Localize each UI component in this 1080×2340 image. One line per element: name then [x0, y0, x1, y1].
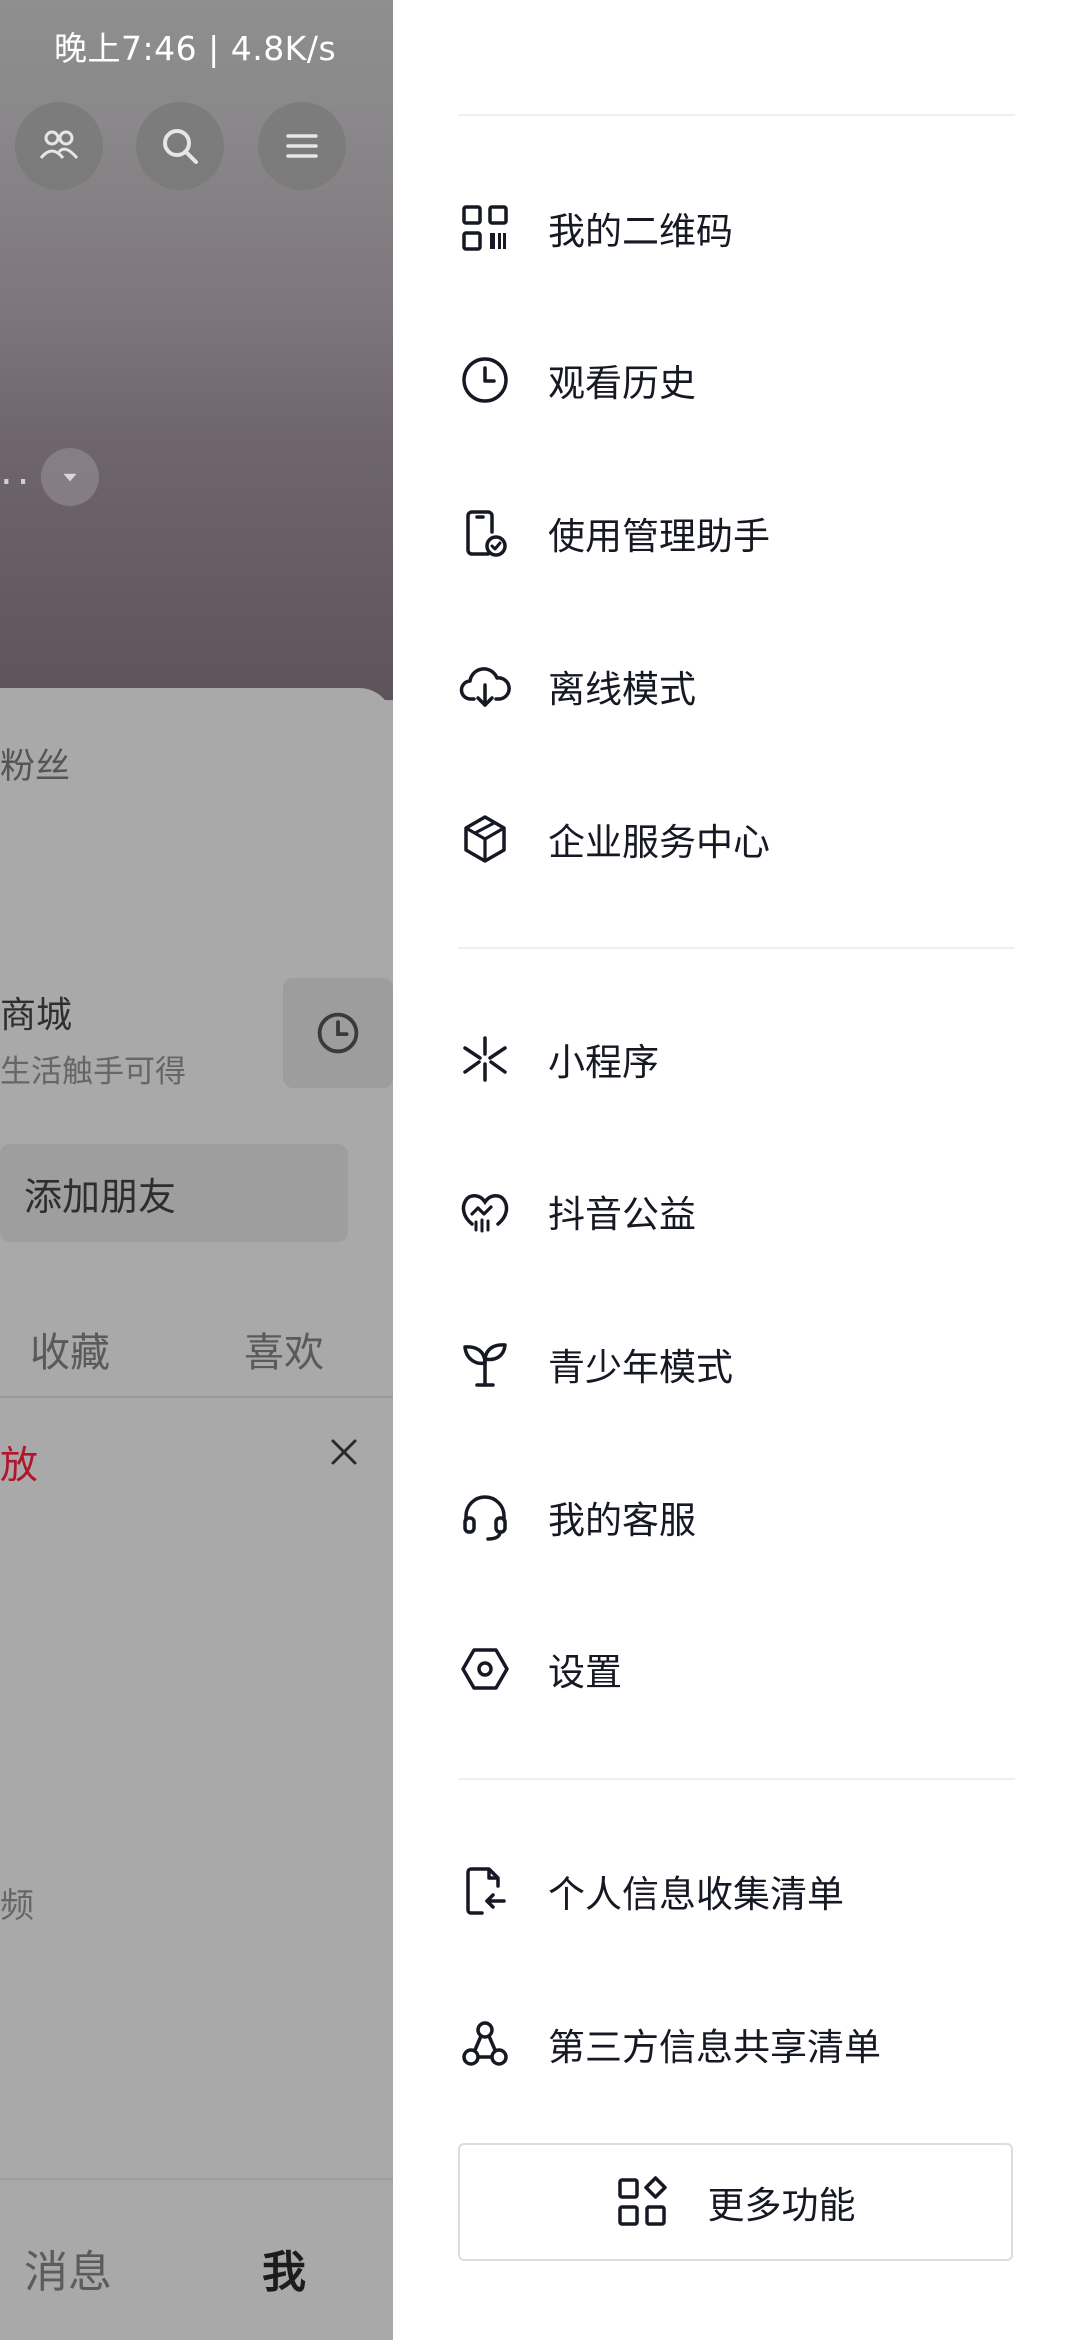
tab-divider — [0, 1396, 393, 1398]
history-shortcut-button[interactable] — [283, 978, 393, 1088]
close-icon[interactable] — [328, 1436, 360, 1468]
menu-button[interactable] — [258, 102, 346, 190]
sprout-icon — [458, 1337, 512, 1391]
menu-item-mini-programs[interactable]: 小程序 — [458, 999, 1015, 1119]
menu-item-label: 设置 — [548, 1651, 622, 1694]
apps-grid-icon — [617, 2176, 667, 2226]
clock-icon — [458, 353, 512, 407]
menu-item-usage-assistant[interactable]: 使用管理助手 — [458, 473, 1015, 593]
settings-hexagon-icon — [458, 1642, 512, 1696]
cloud-download-icon — [458, 659, 512, 713]
bottom-nav-divider — [0, 2178, 393, 2180]
hamburger-menu-icon — [286, 134, 318, 158]
nav-messages[interactable]: 消息 — [24, 2236, 112, 2300]
mall-subtitle: 生活触手可得 — [0, 1054, 186, 1090]
drawer-divider — [458, 1778, 1015, 1780]
drawer-divider — [458, 114, 1015, 116]
cube-icon — [458, 812, 512, 866]
menu-item-teen-mode[interactable]: 青少年模式 — [458, 1304, 1015, 1424]
friends-icon — [39, 130, 79, 159]
menu-item-label: 抖音公益 — [548, 1193, 696, 1236]
menu-item-label: 企业服务中心 — [548, 821, 770, 864]
menu-item-douyin-charity[interactable]: 抖音公益 — [458, 1151, 1015, 1271]
share-circles-icon — [458, 2017, 512, 2071]
heart-hand-icon — [458, 1184, 512, 1238]
drawer-divider — [458, 947, 1015, 949]
status-bar-time: 晚上7:46 | 4.8K/s — [54, 29, 337, 68]
menu-item-enterprise-center[interactable]: 企业服务中心 — [458, 779, 1015, 899]
profile-name-truncated: .. — [0, 448, 34, 494]
menu-item-label: 我的二维码 — [548, 210, 733, 253]
dimmed-profile-page[interactable]: 晚上7:46 | 4.8K/s .. 粉丝 商城 生活触手可得 添加朋友 收藏 … — [0, 0, 393, 2340]
menu-item-settings[interactable]: 设置 — [458, 1609, 1015, 1729]
nav-me[interactable]: 我 — [262, 2236, 306, 2300]
menu-item-label: 使用管理助手 — [548, 515, 770, 558]
caret-down-icon — [63, 473, 77, 482]
mall-title[interactable]: 商城 — [0, 986, 72, 1038]
menu-item-label: 观看历史 — [548, 362, 696, 405]
menu-item-personal-info-list[interactable]: 个人信息收集清单 — [458, 1831, 1015, 1951]
search-button[interactable] — [136, 102, 224, 190]
clock-icon — [317, 1012, 359, 1054]
video-text-fragment: 频 — [0, 1886, 34, 1926]
mini-program-icon — [458, 1032, 512, 1086]
phone-check-icon — [458, 506, 512, 560]
followers-label[interactable]: 粉丝 — [0, 738, 70, 789]
menu-item-label: 第三方信息共享清单 — [548, 2026, 881, 2069]
search-icon — [163, 129, 198, 164]
menu-item-third-party-sharing-list[interactable]: 第三方信息共享清单 — [458, 1984, 1015, 2104]
qr-code-icon — [458, 201, 512, 255]
more-features-button[interactable]: 更多功能 — [458, 2143, 1013, 2261]
more-features-label: 更多功能 — [707, 2184, 856, 2227]
friends-button[interactable] — [15, 102, 103, 190]
side-drawer: 我的二维码 观看历史 使用管理助手 离线模式 企业服务中心 小程序 抖音公益 青… — [393, 0, 1080, 2340]
menu-item-label: 青少年模式 — [548, 1346, 733, 1389]
menu-item-label: 小程序 — [548, 1041, 659, 1084]
menu-item-watch-history[interactable]: 观看历史 — [458, 320, 1015, 440]
menu-item-label: 离线模式 — [548, 668, 696, 711]
document-arrow-icon — [458, 1864, 512, 1918]
tab-likes[interactable]: 喜欢 — [244, 1320, 324, 1378]
add-friend-label: 添加朋友 — [24, 1174, 177, 1219]
menu-item-customer-service[interactable]: 我的客服 — [458, 1457, 1015, 1577]
account-switch-button[interactable] — [41, 448, 99, 506]
menu-item-my-qr-code[interactable]: 我的二维码 — [458, 168, 1015, 288]
menu-item-label: 个人信息收集清单 — [548, 1873, 844, 1916]
add-friend-button[interactable]: 添加朋友 — [0, 1144, 348, 1242]
menu-item-offline-mode[interactable]: 离线模式 — [458, 626, 1015, 746]
menu-item-label: 我的客服 — [548, 1499, 696, 1542]
tab-favorites[interactable]: 收藏 — [30, 1320, 110, 1378]
notice-text-fragment: 放 — [0, 1443, 39, 1487]
profile-card — [0, 688, 393, 2340]
headset-icon — [458, 1490, 512, 1544]
